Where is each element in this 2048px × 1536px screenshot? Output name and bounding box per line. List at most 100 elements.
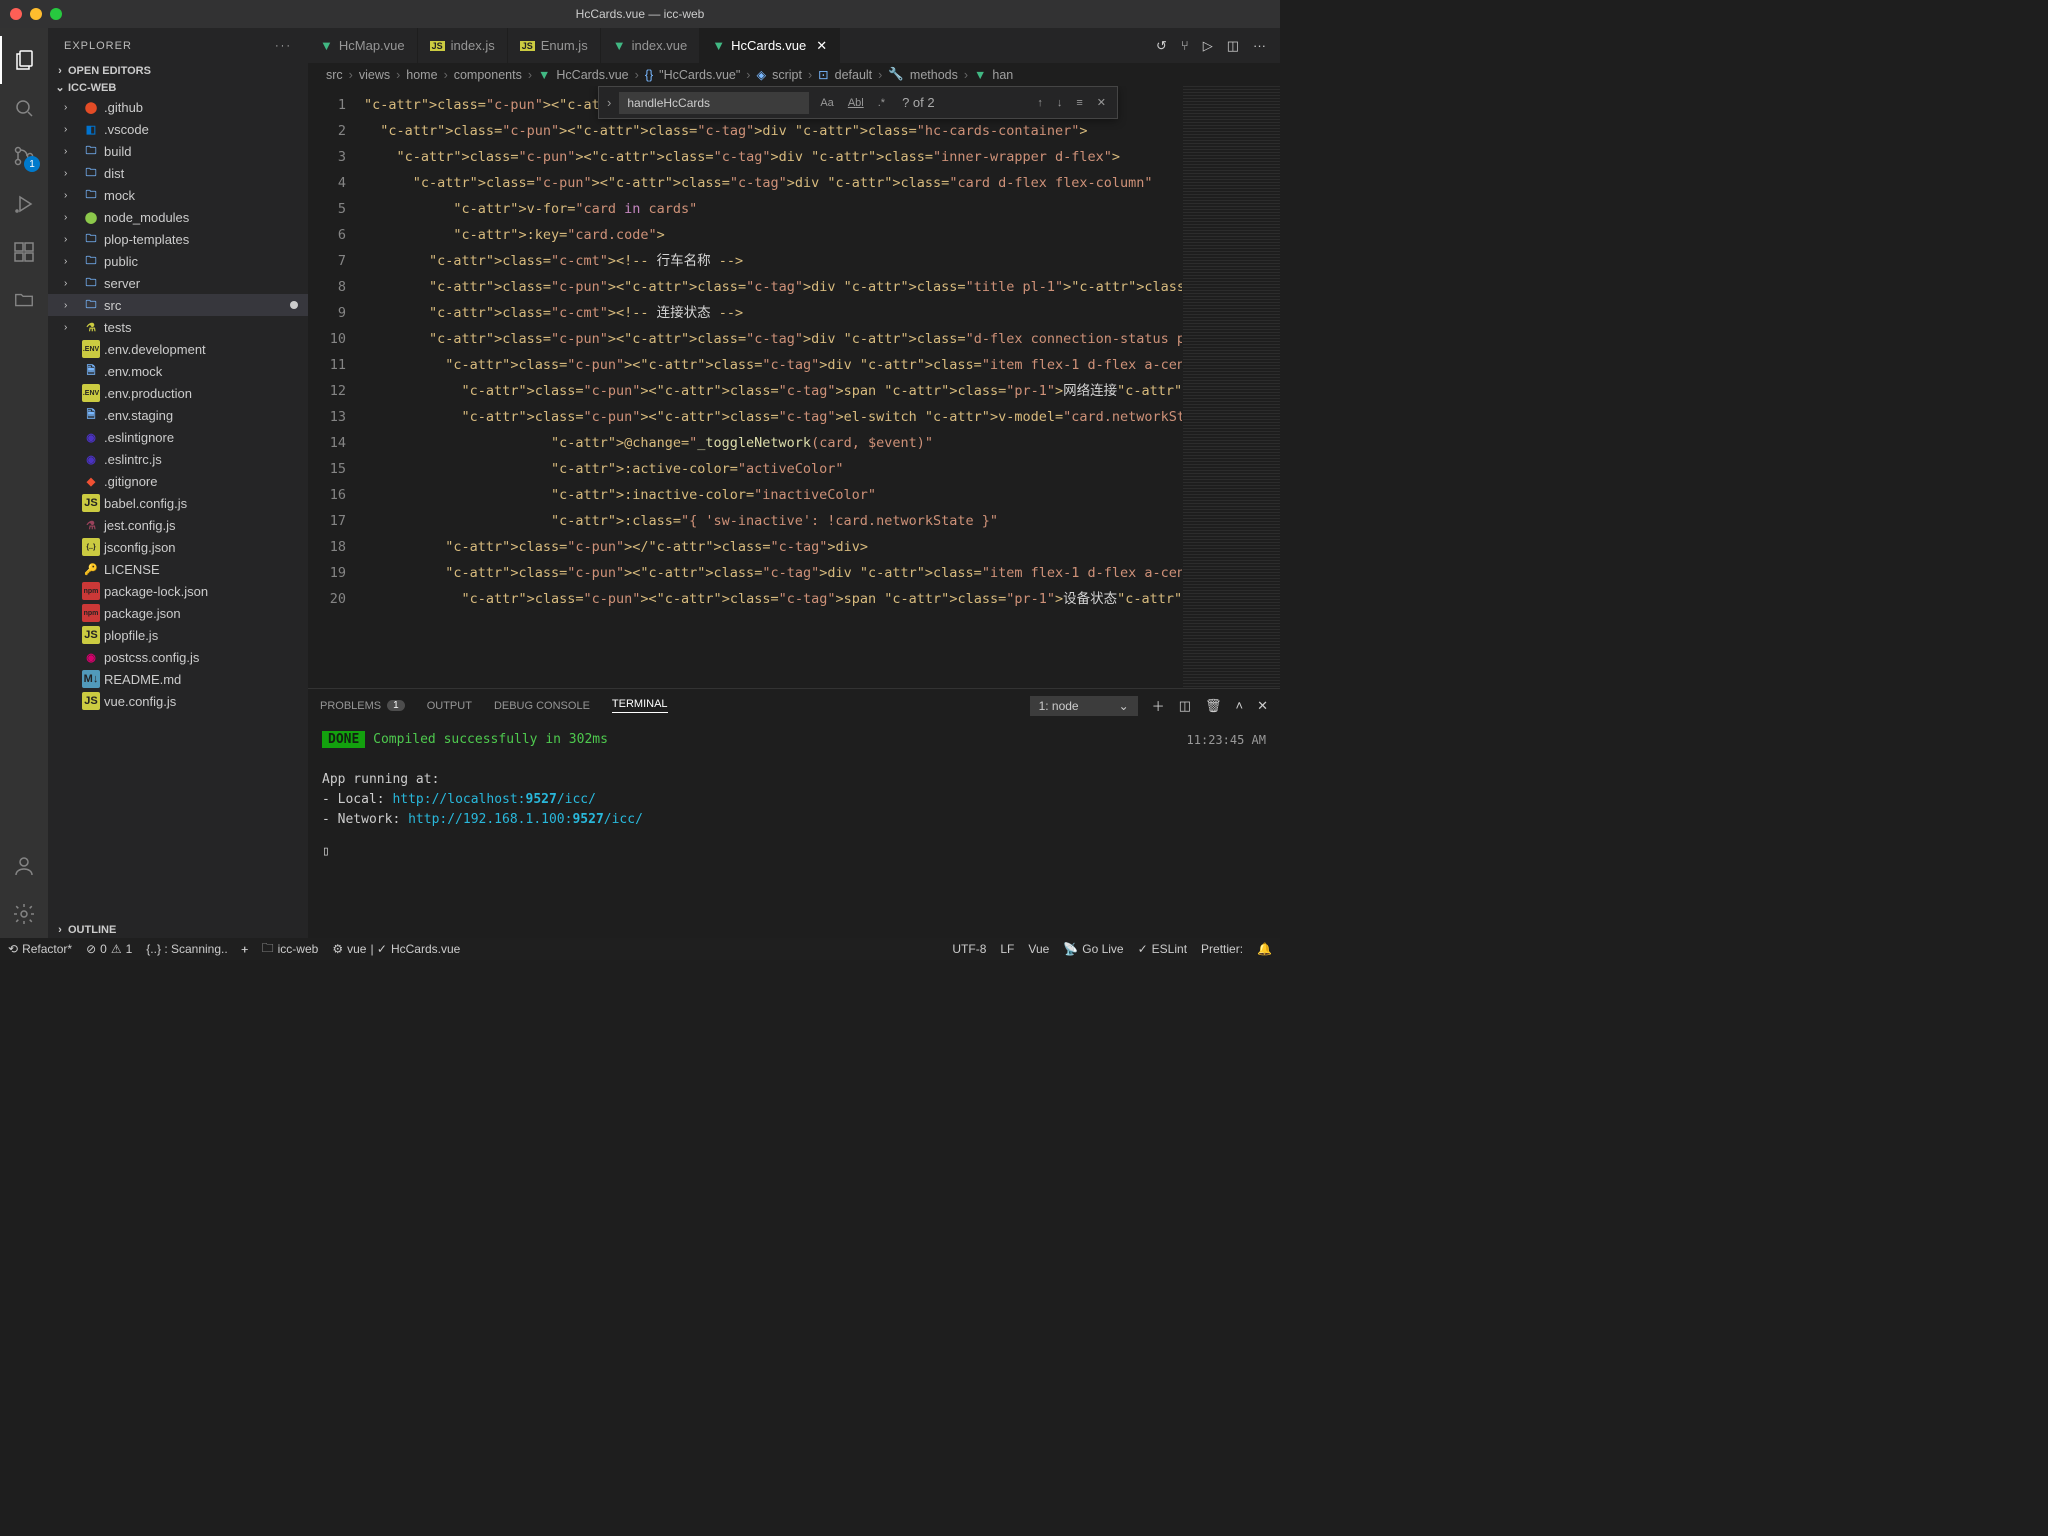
status-prettier[interactable]: Prettier: xyxy=(1201,942,1243,956)
more-icon[interactable]: ··· xyxy=(275,40,292,52)
close-find-icon[interactable]: ✕ xyxy=(1094,94,1109,111)
scm-icon[interactable]: 1 xyxy=(0,132,48,180)
breadcrumb-item[interactable]: HcCards.vue xyxy=(556,68,628,82)
tab-index.vue[interactable]: ▼index.vue xyxy=(601,28,701,63)
file-.eslintrc.js[interactable]: ◉.eslintrc.js xyxy=(48,448,308,470)
file-postcss.config.js[interactable]: ◉postcss.config.js xyxy=(48,646,308,668)
file-jsconfig.json[interactable]: {..}jsconfig.json xyxy=(48,536,308,558)
tab-index.js[interactable]: JSindex.js xyxy=(418,28,508,63)
breadcrumb-item[interactable]: default xyxy=(835,68,873,82)
file-.env.production[interactable]: .ENV.env.production xyxy=(48,382,308,404)
open-editors-section[interactable]: ›OPEN EDITORS xyxy=(48,63,308,79)
folder-dist[interactable]: ›🗀dist xyxy=(48,162,308,184)
file-README.md[interactable]: M↓README.md xyxy=(48,668,308,690)
more-actions-icon[interactable]: ··· xyxy=(1253,38,1266,53)
status-golive[interactable]: 📡 Go Live xyxy=(1063,942,1123,956)
status-vue[interactable]: ⚙ vue | ✓ HcCards.vue xyxy=(332,942,460,956)
folder-src[interactable]: ›🗀src xyxy=(48,294,308,316)
status-bell-icon[interactable]: 🔔 xyxy=(1257,942,1272,956)
find-input[interactable] xyxy=(619,92,809,114)
folder-public[interactable]: ›🗀public xyxy=(48,250,308,272)
status-folder[interactable]: 🗀 icc-web xyxy=(262,939,319,960)
file-.eslintignore[interactable]: ◉.eslintignore xyxy=(48,426,308,448)
diff-icon[interactable]: ⑂ xyxy=(1181,38,1189,53)
status-scanning[interactable]: {..} : Scanning.. xyxy=(146,942,227,956)
split-editor-icon[interactable]: ◫ xyxy=(1227,38,1239,54)
folder-node_modules[interactable]: ›⬤node_modules xyxy=(48,206,308,228)
prev-match-icon[interactable]: ↑ xyxy=(1034,95,1046,111)
next-match-icon[interactable]: ↓ xyxy=(1054,95,1066,111)
status-problems[interactable]: ⊘ 0 ⚠ 1 xyxy=(86,942,132,956)
tab-HcCards.vue[interactable]: ▼HcCards.vue✕ xyxy=(700,28,840,63)
find-in-selection-icon[interactable]: ≡ xyxy=(1073,95,1085,111)
code-editor[interactable]: "c-attr">class="c-pun"><"c-attr">class="… xyxy=(364,86,1182,688)
tab-problems[interactable]: PROBLEMS1 xyxy=(320,700,405,712)
file-jest.config.js[interactable]: ⚗jest.config.js xyxy=(48,514,308,536)
status-encoding[interactable]: UTF-8 xyxy=(952,942,986,956)
split-terminal-icon[interactable]: ◫ xyxy=(1179,698,1191,714)
breadcrumb-item[interactable]: components xyxy=(454,68,522,82)
breadcrumb-item[interactable]: home xyxy=(406,68,437,82)
extensions-icon[interactable] xyxy=(0,228,48,276)
outline-section[interactable]: ›OUTLINE xyxy=(48,922,308,938)
maximize-window-icon[interactable] xyxy=(50,8,62,20)
status-ports[interactable]: ᚐ xyxy=(242,942,248,956)
file-babel.config.js[interactable]: JSbabel.config.js xyxy=(48,492,308,514)
file-.env.development[interactable]: .ENV.env.development xyxy=(48,338,308,360)
timeline-icon[interactable]: ↺ xyxy=(1156,38,1167,54)
terminal-selector[interactable]: 1: node⌄ xyxy=(1030,696,1138,716)
status-refactor[interactable]: ⟲ Refactor* xyxy=(8,942,72,956)
breadcrumb-item[interactable]: han xyxy=(992,68,1013,82)
file-.env.staging[interactable]: 🗎.env.staging xyxy=(48,404,308,426)
folder-plop-templates[interactable]: ›🗀plop-templates xyxy=(48,228,308,250)
folder-server[interactable]: ›🗀server xyxy=(48,272,308,294)
folder-icon[interactable] xyxy=(0,276,48,324)
tab-debug-console[interactable]: DEBUG CONSOLE xyxy=(494,700,590,712)
close-tab-icon[interactable]: ✕ xyxy=(816,38,827,54)
run-icon[interactable]: ▷ xyxy=(1203,38,1213,54)
tab-output[interactable]: OUTPUT xyxy=(427,700,472,712)
breadcrumb-item[interactable]: script xyxy=(772,68,802,82)
file-package.json[interactable]: npmpackage.json xyxy=(48,602,308,624)
minimize-window-icon[interactable] xyxy=(30,8,42,20)
match-word-icon[interactable]: Abl xyxy=(845,95,867,111)
folder-build[interactable]: ›🗀build xyxy=(48,140,308,162)
folder-.github[interactable]: ›⬤.github xyxy=(48,96,308,118)
settings-icon[interactable] xyxy=(0,890,48,938)
regex-icon[interactable]: .* xyxy=(875,95,888,111)
folder-tests[interactable]: ›⚗tests xyxy=(48,316,308,338)
tab-Enum.js[interactable]: JSEnum.js xyxy=(508,28,601,63)
status-eol[interactable]: LF xyxy=(1000,942,1014,956)
breadcrumb-item[interactable]: views xyxy=(359,68,390,82)
debug-icon[interactable] xyxy=(0,180,48,228)
terminal-body[interactable]: 11:23:45 AM DONE Compiled successfully i… xyxy=(308,722,1280,938)
status-language[interactable]: Vue xyxy=(1028,942,1049,956)
new-terminal-icon[interactable]: ＋ xyxy=(1152,696,1165,715)
file-plopfile.js[interactable]: JSplopfile.js xyxy=(48,624,308,646)
status-eslint[interactable]: ✓ ESLint xyxy=(1138,942,1187,956)
file-LICENSE[interactable]: 🔑LICENSE xyxy=(48,558,308,580)
explorer-icon[interactable] xyxy=(0,36,48,84)
find-expand-icon[interactable]: › xyxy=(607,95,611,110)
search-icon[interactable] xyxy=(0,84,48,132)
close-panel-icon[interactable]: ✕ xyxy=(1257,698,1268,714)
account-icon[interactable] xyxy=(0,842,48,890)
folder-mock[interactable]: ›🗀mock xyxy=(48,184,308,206)
breadcrumb-item[interactable]: src xyxy=(326,68,343,82)
project-section[interactable]: ⌄ICC-WEB xyxy=(48,79,308,96)
minimap[interactable] xyxy=(1182,86,1280,688)
file-package-lock.json[interactable]: npmpackage-lock.json xyxy=(48,580,308,602)
breadcrumb-item[interactable]: methods xyxy=(910,68,958,82)
breadcrumb[interactable]: src›views›home›components›▼ HcCards.vue›… xyxy=(308,63,1280,86)
tab-HcMap.vue[interactable]: ▼HcMap.vue xyxy=(308,28,418,63)
file-.env.mock[interactable]: 🗎.env.mock xyxy=(48,360,308,382)
file-vue.config.js[interactable]: JSvue.config.js xyxy=(48,690,308,712)
breadcrumb-item[interactable]: "HcCards.vue" xyxy=(659,68,740,82)
tab-terminal[interactable]: TERMINAL xyxy=(612,698,668,713)
maximize-panel-icon[interactable]: ˄ xyxy=(1236,698,1244,713)
close-window-icon[interactable] xyxy=(10,8,22,20)
match-case-icon[interactable]: Aa xyxy=(817,95,836,111)
file-.gitignore[interactable]: ◆.gitignore xyxy=(48,470,308,492)
kill-terminal-icon[interactable]: 🗑 xyxy=(1205,698,1222,714)
folder-.vscode[interactable]: ›◧.vscode xyxy=(48,118,308,140)
